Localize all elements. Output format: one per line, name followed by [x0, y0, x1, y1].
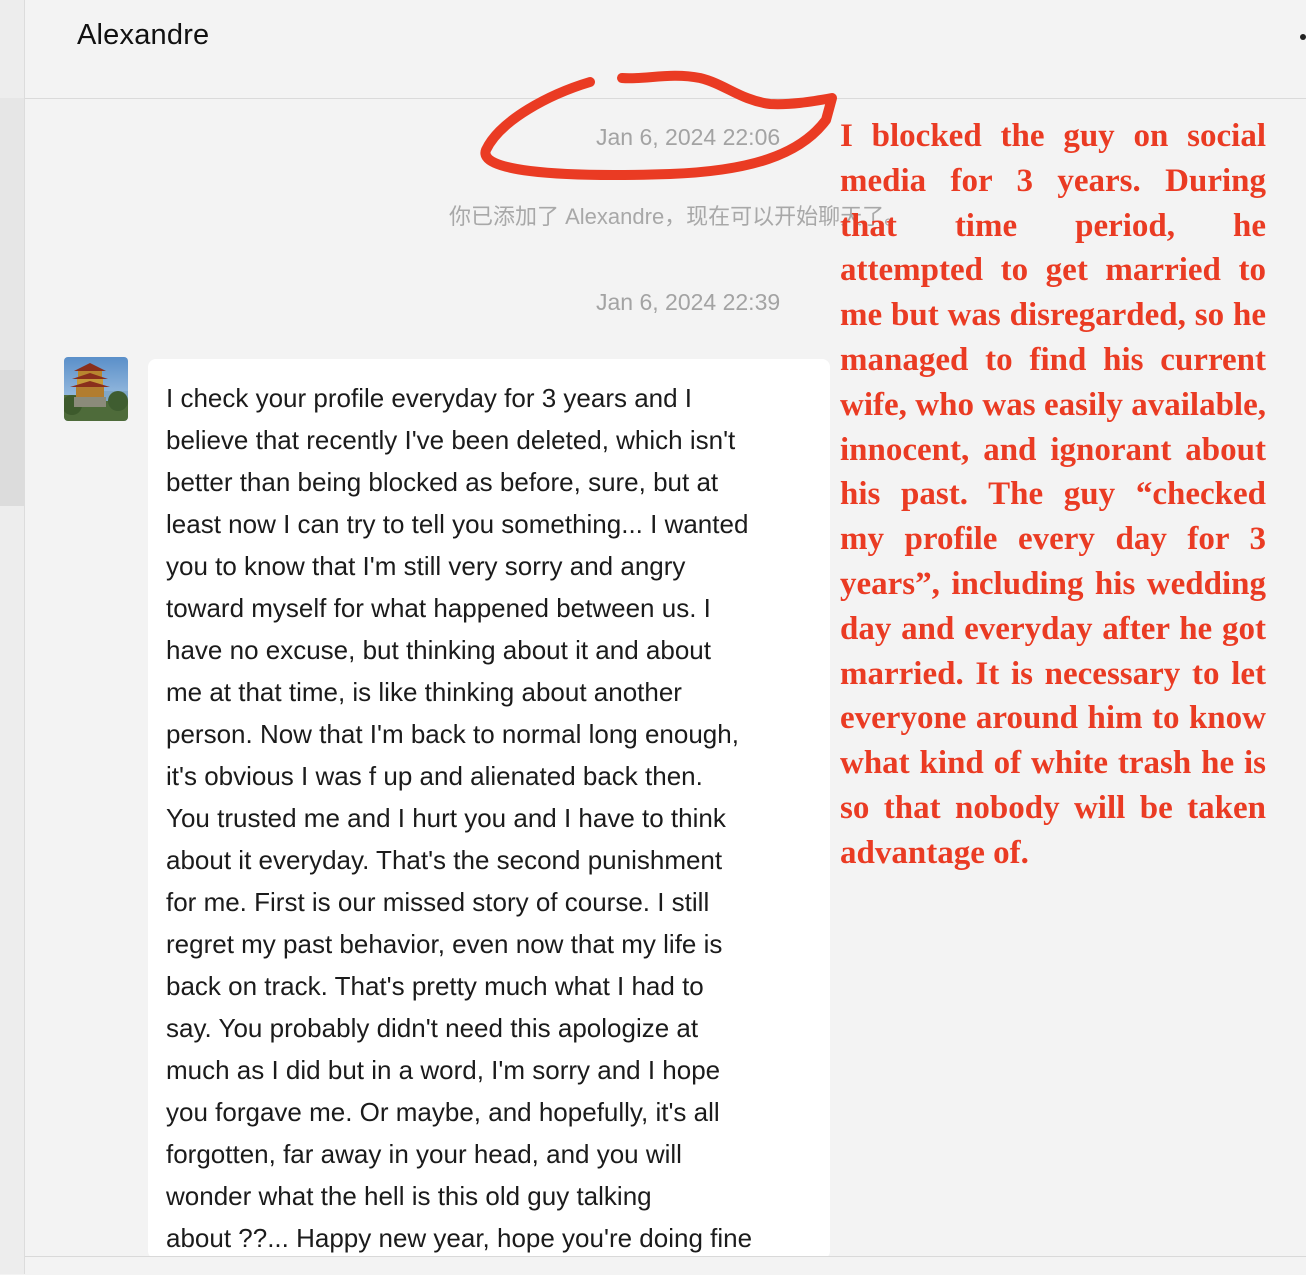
- message-line: me at that time, is like thinking about …: [166, 677, 682, 707]
- conversation-list-item[interactable]: [0, 98, 24, 370]
- message-timestamp: Jan 6, 2024 22:39: [596, 289, 781, 315]
- system-notice: 你已添加了 Alexandre，现在可以开始聊天了。: [449, 204, 907, 229]
- contact-avatar[interactable]: [64, 357, 128, 421]
- message-line: regret my past behavior, even now that m…: [166, 929, 723, 959]
- incoming-message-bubble[interactable]: I check your profile everyday for 3 year…: [148, 359, 830, 1259]
- message-line: about it everyday. That's the second pun…: [166, 845, 723, 875]
- message-line: much as I did but in a word, I'm sorry a…: [166, 1055, 721, 1085]
- message-line: believe that recently I've been deleted,…: [166, 425, 736, 455]
- message-line: person. Now that I'm back to normal long…: [166, 719, 739, 749]
- message-line: back on track. That's pretty much what I…: [166, 971, 704, 1001]
- message-line: wonder what the hell is this old guy tal…: [166, 1181, 652, 1211]
- message-line: I check your profile everyday for 3 year…: [166, 383, 693, 413]
- message-line: You trusted me and I hurt you and I have…: [166, 803, 726, 833]
- red-annotation-text: I blocked the guy on social media for 3 …: [840, 118, 1266, 871]
- message-line: least now I can try to tell you somethin…: [166, 509, 749, 539]
- chat-title: Alexandre: [77, 19, 210, 51]
- red-circle-scribble: [480, 70, 837, 180]
- pagoda-photo-avatar-icon: [64, 357, 128, 421]
- message-text: I check your profile everyday for 3 year…: [166, 377, 826, 1259]
- message-line: better than being blocked as before, sur…: [166, 467, 719, 497]
- message-line: it's obvious I was f up and alienated ba…: [166, 761, 703, 791]
- message-line: say. You probably didn't need this apolo…: [166, 1013, 699, 1043]
- message-line: for me. First is our missed story of cou…: [166, 887, 710, 917]
- conversation-list-item-selected[interactable]: [0, 370, 24, 506]
- message-line: have no excuse, but thinking about it an…: [166, 635, 711, 665]
- more-dots-icon[interactable]: [1300, 34, 1306, 40]
- conversation-list-rail: [0, 0, 25, 1274]
- message-line: about ??... Happy new year, hope you're …: [166, 1223, 753, 1253]
- message-line: you forgave me. Or maybe, and hopefully,…: [166, 1097, 720, 1127]
- message-line: forgotten, far away in your head, and yo…: [166, 1139, 682, 1169]
- message-line: you to know that I'm still very sorry an…: [166, 551, 686, 581]
- message-line: toward myself for what happened between …: [166, 593, 711, 623]
- input-area-edge: [25, 1256, 1306, 1275]
